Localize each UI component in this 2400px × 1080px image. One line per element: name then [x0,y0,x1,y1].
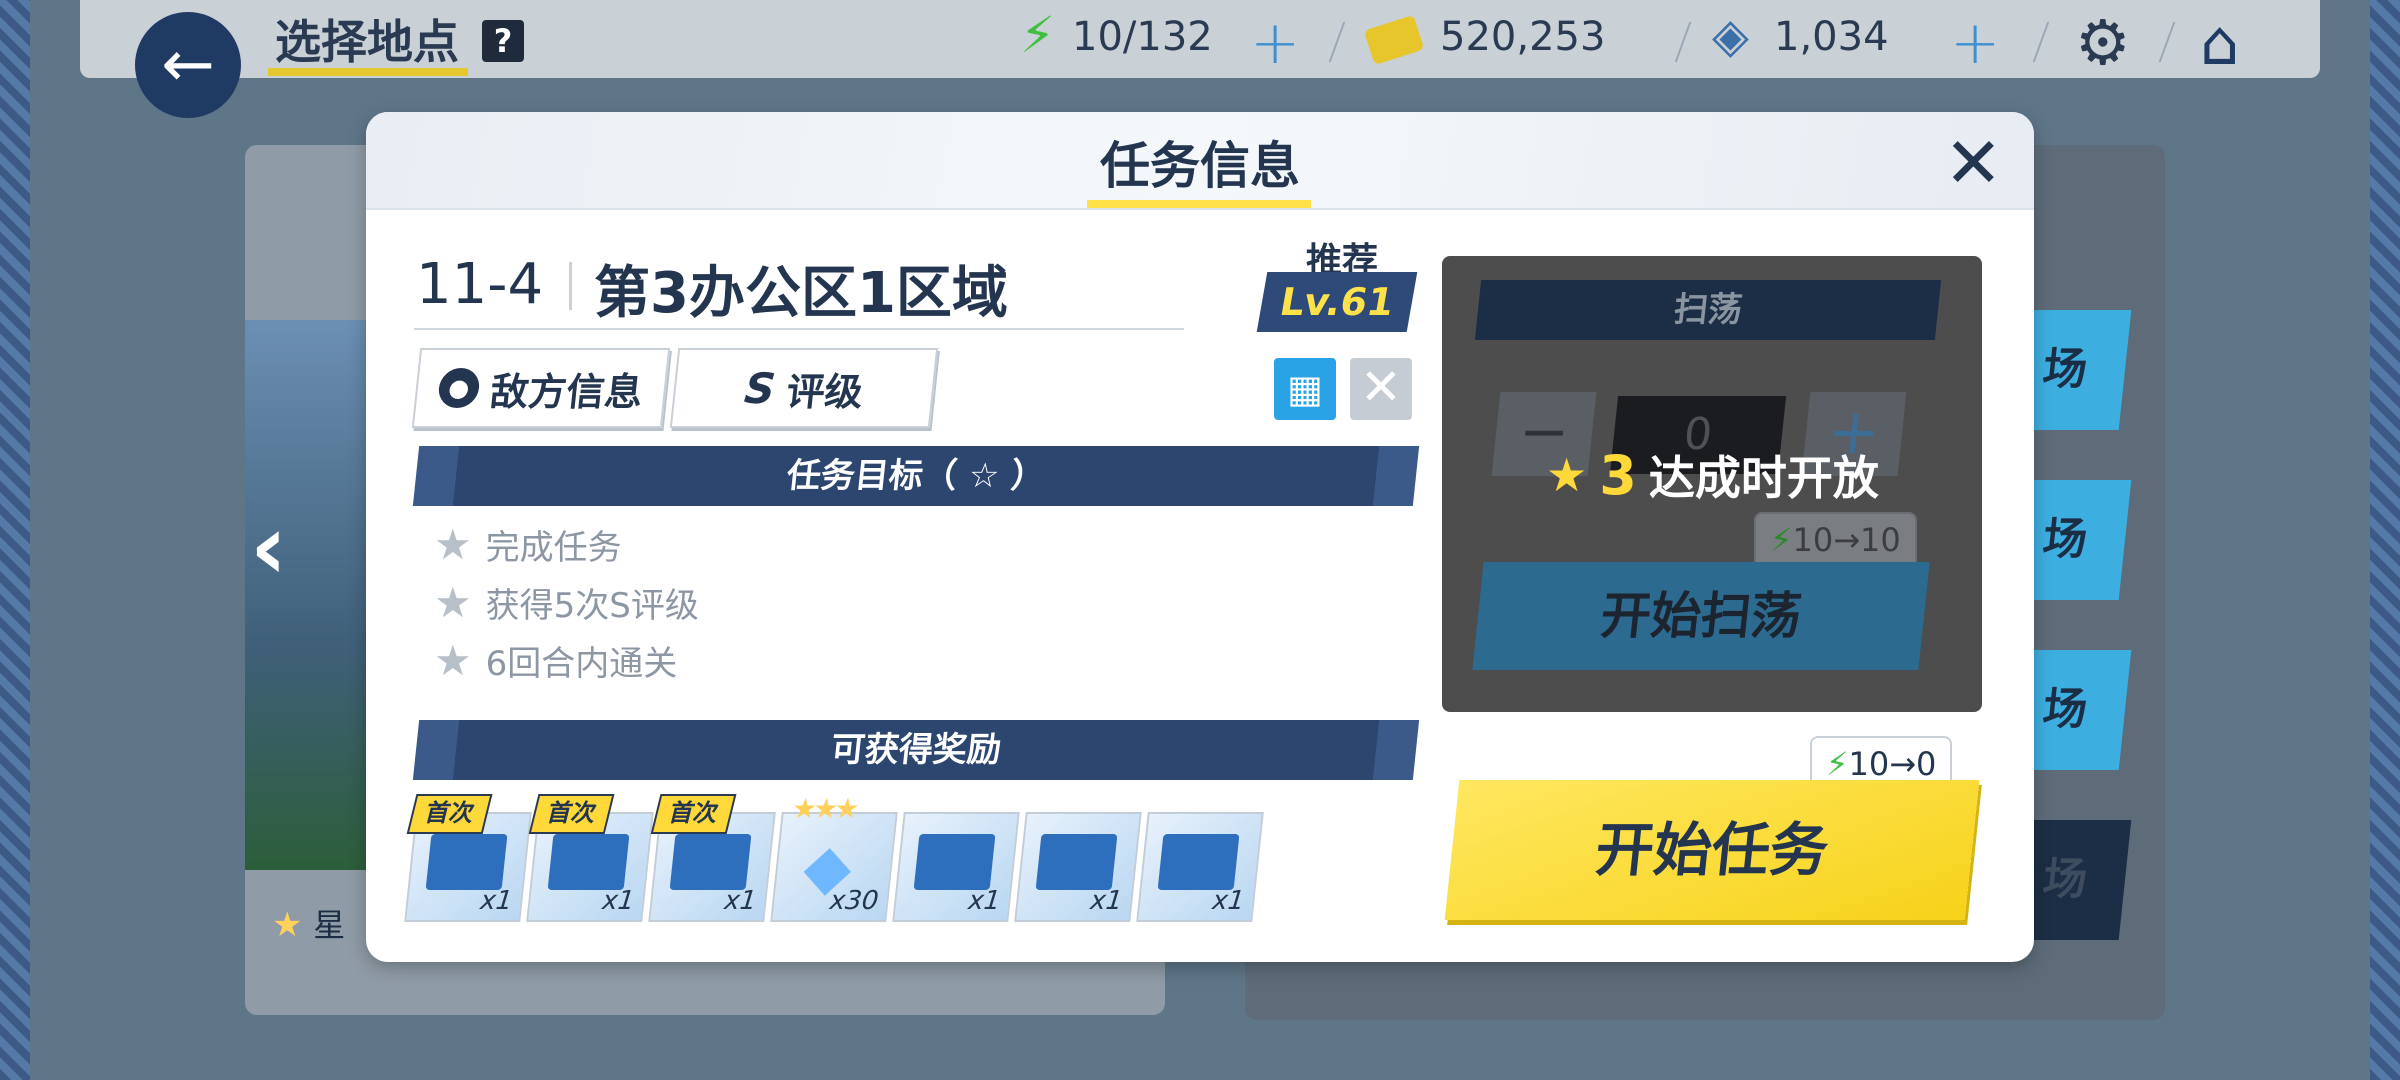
mission-info-modal: 任务信息 ✕ 11-4 第3办公区1区域 推荐 Lv.61 ● 敌方信息 S 评… [366,112,2034,962]
right-edge-decor [2370,0,2400,1080]
enemy-icon: ● [436,368,482,408]
stage-divider [569,262,572,310]
disabled-cross-icon: ✕ [1350,358,1412,420]
first-clear-badge: 首次 [528,794,615,834]
ap-bolt-icon: ⚡ [1770,521,1793,559]
unlock-stars: 3 [1599,443,1637,507]
reward-item[interactable]: ◆ ★★★ x30 [770,792,898,922]
rarity-stars: ★★★ [790,792,858,825]
unlock-text: 达成时开放 [1648,451,1879,505]
reward-item[interactable]: x1 [1136,812,1264,922]
objective-item: ★ 6回合内通关 [434,636,678,685]
recommended-level: Lv.61 [1256,272,1418,332]
rewards-header: 可获得奖励 [412,720,1420,780]
star-icon: ★ [1546,448,1588,502]
enemy-info-label: 敌方信息 [488,369,645,414]
terrain-icon[interactable]: ▦ [1274,358,1336,420]
reward-qty: x1 [478,886,515,916]
gems-plus-button[interactable]: + [1950,8,2000,78]
ap-bolt-icon: ⚡ [1020,6,1056,64]
reward-item[interactable]: 首次 x1 [526,794,654,922]
objective-item: ★ 完成任务 [434,520,622,569]
reward-item[interactable]: 首次 x1 [648,794,776,922]
location-title: 选择地点 [275,15,459,69]
modal-title-underline [1087,200,1311,208]
reward-item[interactable]: x1 [1014,812,1142,922]
title-underline [268,68,468,76]
reward-qty: x1 [1088,886,1125,916]
close-icon[interactable]: ✕ [1944,128,2003,198]
back-button[interactable]: ← [135,12,241,118]
credits-counter: 520,253 [1440,14,1606,60]
first-clear-badge: 首次 [406,794,493,834]
stage-underline [414,328,1184,330]
ap-plus-button[interactable]: + [1250,8,1300,78]
back-arrow-icon: ← [161,28,215,102]
rank-label: 评级 [784,369,866,414]
first-clear-badge: 首次 [650,794,737,834]
left-edge-decor [0,0,30,1080]
ap-counter: 10/132 [1072,14,1213,60]
star-icon: ★ [434,520,472,569]
reward-item[interactable]: 首次 x1 [404,794,532,922]
help-icon[interactable]: ? [482,20,524,62]
modal-title: 任务信息 [1100,137,1300,195]
objectives-header: 任务目标（ ☆ ） [412,446,1420,506]
gear-icon[interactable]: ⚙ [2075,6,2131,79]
sweep-unlock-notice: ★ 3 达成时开放 [1546,442,1879,508]
rank-button[interactable]: S 评级 [669,348,939,428]
reward-qty: x30 [828,886,881,916]
reward-qty: x1 [600,886,637,916]
stage-code: 11-4 [416,252,544,317]
gems-counter: 1,034 [1774,14,1889,60]
sweep-header: 扫荡 [1474,280,1942,340]
rank-letter: S [742,363,778,413]
reward-qty: x1 [1210,886,1247,916]
star-icon: ★ [434,578,472,627]
objective-item: ★ 获得5次S评级 [434,578,699,627]
ap-bolt-icon: ⚡ [1826,745,1849,783]
prev-stage-arrow-icon[interactable]: ‹ [250,495,287,600]
stage-name: 第3办公区1区域 [594,261,1008,326]
gem-icon: ◈ [1712,8,1749,64]
home-icon[interactable]: ⌂ [2200,6,2239,79]
start-sweep-button: 开始扫荡 [1472,562,1930,670]
background-star-label: ★ 星 [272,905,346,945]
enemy-info-button[interactable]: ● 敌方信息 [411,348,671,428]
reward-item[interactable]: x1 [892,812,1020,922]
start-mission-button[interactable]: 开始任务 [1444,780,1980,920]
reward-qty: x1 [966,886,1003,916]
reward-qty: x1 [722,886,759,916]
star-icon: ★ [434,636,472,685]
